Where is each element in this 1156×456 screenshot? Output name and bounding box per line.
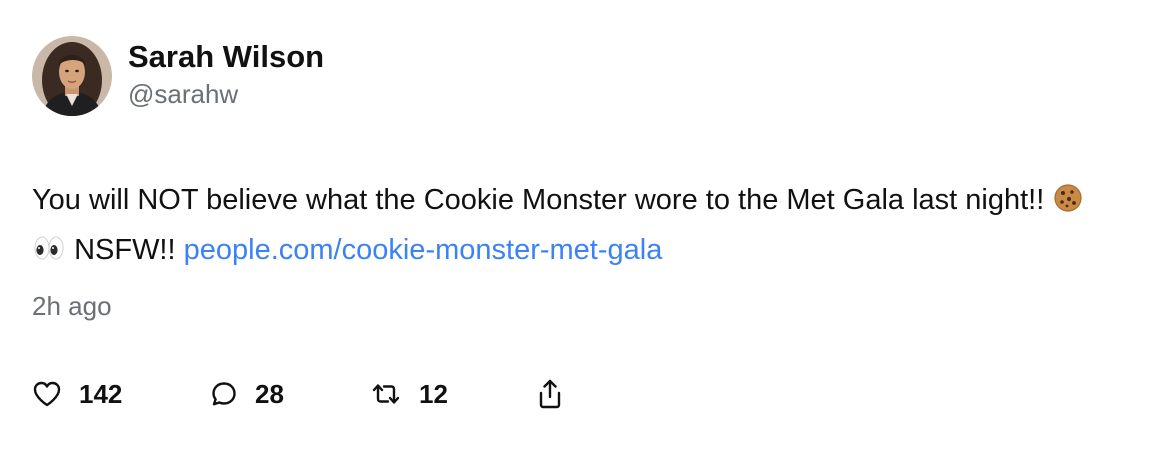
cookie-emoji-icon <box>1053 181 1083 227</box>
reply-count: 28 <box>255 379 284 409</box>
reply-button[interactable]: 28 <box>210 378 370 410</box>
author-handle[interactable]: @sarahw <box>128 77 324 111</box>
like-button[interactable]: 142 <box>32 378 210 410</box>
post-timestamp[interactable]: 2h ago <box>32 290 112 322</box>
repost-count: 12 <box>419 379 448 409</box>
post-text-nsfw: NSFW!! <box>74 234 176 266</box>
post-header: Sarah Wilson @sarahw <box>32 36 324 116</box>
post-card: Sarah Wilson @sarahw You will NOT believ… <box>0 0 1156 456</box>
post-text: You will NOT believe what the Cookie Mon… <box>32 177 1122 277</box>
post-actions: 142 28 12 <box>32 376 564 412</box>
like-count: 142 <box>79 379 123 409</box>
repost-icon <box>370 380 402 408</box>
share-icon <box>536 378 564 410</box>
heart-icon <box>32 380 62 408</box>
repost-button[interactable]: 12 <box>370 378 536 410</box>
share-button[interactable] <box>536 378 564 410</box>
author-identity: Sarah Wilson @sarahw <box>128 38 324 111</box>
eyes-emoji-icon <box>33 231 65 277</box>
reply-bubble-icon <box>210 380 238 408</box>
author-name[interactable]: Sarah Wilson <box>128 38 324 76</box>
post-link[interactable]: people.com/cookie-monster-met-gala <box>184 234 663 266</box>
avatar[interactable] <box>32 36 112 116</box>
post-text-main: You will NOT believe what the Cookie Mon… <box>32 184 1045 216</box>
